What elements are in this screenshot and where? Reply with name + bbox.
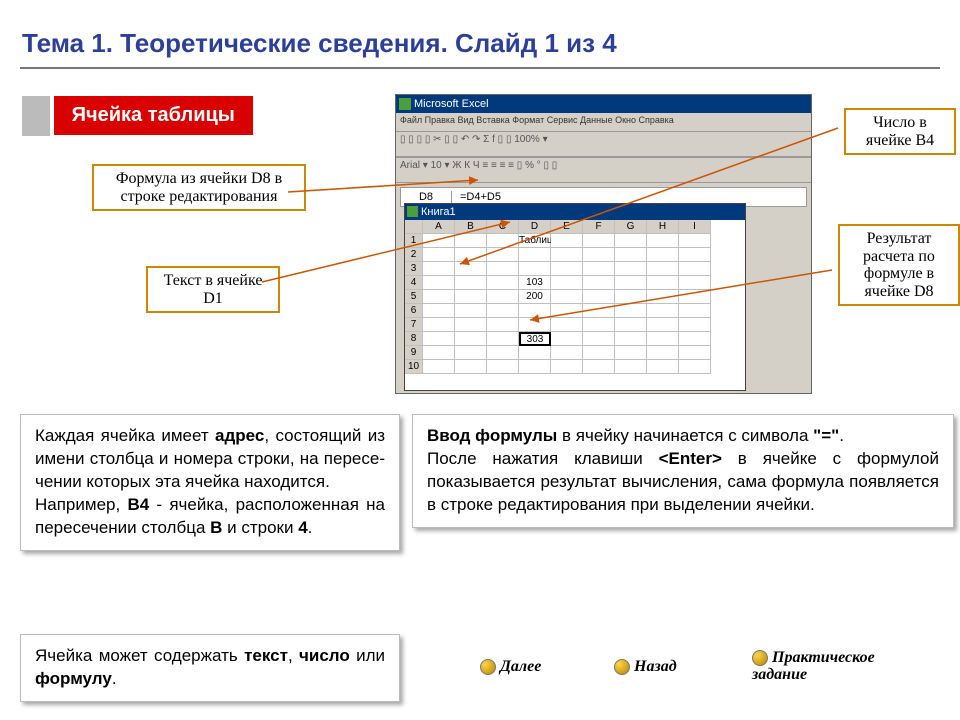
callout-text-d1: Текст в ячейке D1	[146, 266, 280, 313]
excel-toolbar-2: Arial ▾ 10 ▾ Ж К Ч ≡ ≡ ≡ ≡ ▯ % ° ▯ ▯	[396, 157, 811, 183]
page-title: Тема 1. Теоретические сведения. Слайд 1 …	[0, 0, 960, 65]
excel-window: Microsoft Excel Файл Правка Вид Вставка …	[395, 94, 812, 394]
section-badge: Ячейка таблицы	[22, 96, 253, 136]
workbook-title: Книга1	[405, 204, 745, 220]
excel-grid: ABCDEFGHI1Таблица12341035200678303910	[405, 220, 745, 374]
callout-result-d8: Результат расчета по формуле в ячейке D8	[838, 224, 960, 306]
excel-menubar: Файл Правка Вид Вставка Формат Сервис Да…	[396, 113, 811, 131]
badge-decoration	[22, 96, 50, 136]
excel-formula-content: =D4+D5	[452, 191, 501, 203]
excel-titlebar: Microsoft Excel	[396, 95, 811, 113]
title-divider	[20, 67, 940, 69]
bullet-icon	[752, 650, 768, 666]
textbox-cell-content: Ячейка может содержать текст, число или …	[20, 634, 400, 702]
excel-workbook: Книга1 ABCDEFGHI1Таблица1234103520067830…	[404, 203, 746, 391]
bullet-icon	[614, 659, 630, 675]
callout-formula: Формула из ячейки D8 в строке редактиров…	[92, 164, 306, 211]
textbox-formula-entry: Ввод формулы в ячейку начинается с симво…	[412, 414, 954, 528]
callout-number-b4: Число в ячейке В4	[844, 108, 956, 155]
excel-namebox: D8	[401, 191, 452, 203]
nav-back[interactable]: Назад	[614, 658, 677, 676]
excel-toolbar-1: ▯ ▯ ▯ ▯ ✂ ▯ ▯ ↶ ↷ Σ f ▯ ▯ 100% ▾	[396, 131, 811, 157]
nav-next[interactable]: Далее	[480, 658, 541, 676]
bullet-icon	[480, 659, 496, 675]
badge-label: Ячейка таблицы	[54, 96, 253, 135]
textbox-address: Каждая ячейка имеет адрес, состоящий из …	[20, 414, 400, 551]
nav-task[interactable]: Практическое задание	[752, 649, 922, 684]
